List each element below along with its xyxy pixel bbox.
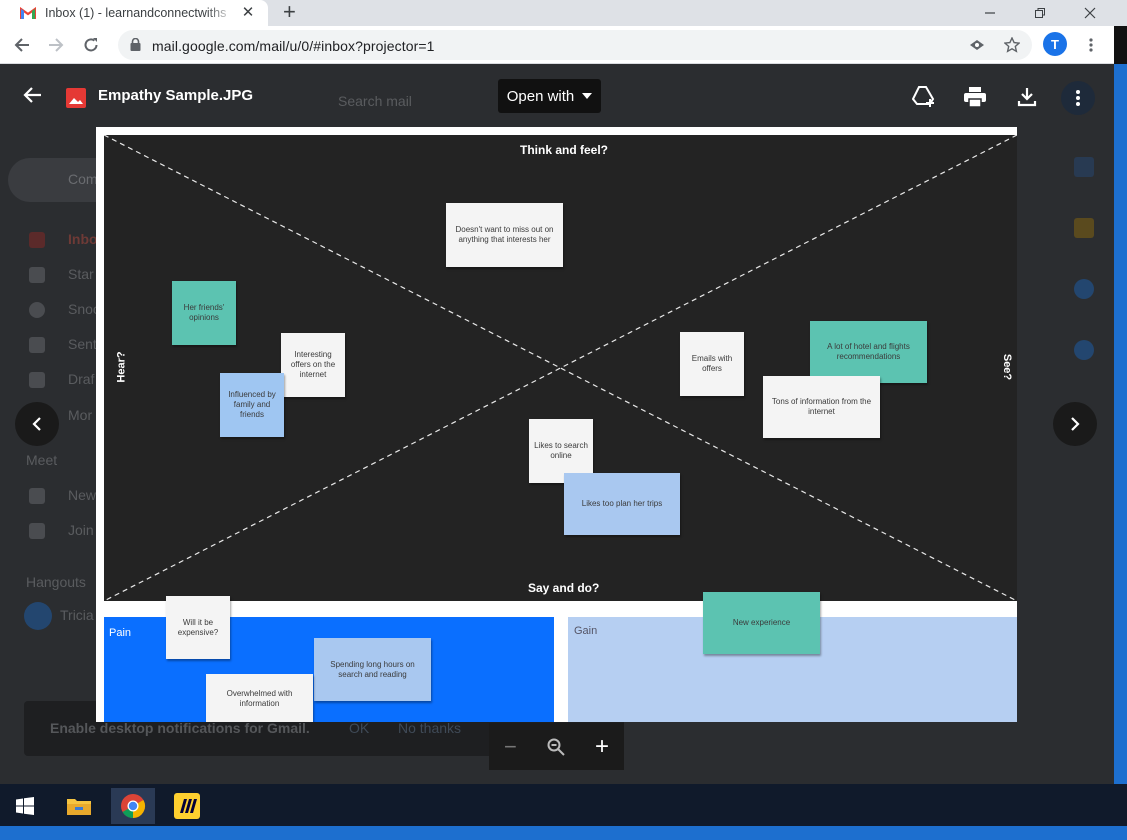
file-viewer-toolbar: Empathy Sample.JPG Open with: [0, 64, 1114, 126]
inbox-nav-icon: [29, 232, 45, 248]
sticky-note: Spending long hours on search and readin…: [314, 638, 431, 701]
meet-new: New: [68, 487, 97, 503]
compose-label: Com: [68, 171, 98, 187]
restore-window-icon[interactable]: [1018, 0, 1062, 26]
zoom-controls: − +: [489, 723, 624, 770]
keep-app-icon: [1074, 218, 1094, 238]
nav-starred: Star: [68, 266, 94, 282]
snoozed-nav-icon: [29, 302, 45, 318]
zoom-magnifier-icon[interactable]: [547, 738, 565, 756]
profile-avatar[interactable]: T: [1043, 32, 1067, 56]
notification-no-thanks: No thanks: [398, 720, 462, 736]
file-explorer-icon[interactable]: [57, 788, 101, 824]
add-to-drive-icon[interactable]: [910, 83, 938, 111]
sticky-note: Overwhelmed with information: [206, 674, 313, 722]
sticky-note: Emails with offers: [680, 332, 744, 396]
minimize-window-icon[interactable]: [968, 0, 1012, 26]
starred-nav-icon: [29, 267, 45, 283]
url-text: mail.google.com/mail/u/0/#inbox?projecto…: [152, 38, 435, 54]
nav-sent: Sent: [68, 336, 97, 352]
sticky-note: Likes too plan her trips: [564, 473, 680, 535]
empathy-map-board: Think and feel? Say and do? Hear? See? D…: [104, 135, 1017, 601]
notification-text: Enable desktop notifications for Gmail.: [50, 720, 310, 736]
open-with-button[interactable]: Open with: [498, 79, 601, 113]
miro-taskbar-icon[interactable]: [165, 788, 209, 824]
chrome-taskbar-icon[interactable]: [111, 788, 155, 824]
download-icon[interactable]: [1013, 83, 1041, 111]
previous-file-button[interactable]: [15, 402, 59, 446]
back-arrow-icon[interactable]: [10, 33, 34, 57]
sticky-note: Tons of information from the internet: [763, 376, 880, 438]
close-viewer-arrow-icon[interactable]: [22, 86, 42, 109]
meet-join: Join: [68, 522, 94, 538]
calendar-app-icon: [1074, 157, 1094, 177]
window-edge: [1114, 64, 1127, 784]
gain-label: Gain: [574, 625, 598, 637]
image-file-icon: [66, 88, 86, 108]
close-window-icon[interactable]: [1068, 0, 1112, 26]
see-label: See?: [1001, 353, 1014, 381]
browser-tab[interactable]: Inbox (1) - learnandconnectwiths ✕: [0, 0, 268, 26]
meet-heading: Meet: [26, 452, 58, 468]
extension-eye-icon[interactable]: [965, 33, 989, 57]
reload-icon[interactable]: [79, 33, 103, 57]
hear-label: Hear?: [115, 351, 128, 383]
browser-toolbar: mail.google.com/mail/u/0/#inbox?projecto…: [0, 26, 1114, 64]
chevron-left-icon: [32, 417, 41, 431]
file-name: Empathy Sample.JPG: [98, 87, 254, 104]
zoom-out-button[interactable]: −: [504, 734, 517, 760]
new-meeting-icon: [29, 488, 45, 504]
bookmark-star-icon[interactable]: [1000, 33, 1024, 57]
say-and-do-label: Say and do?: [528, 581, 600, 595]
windows-taskbar: [0, 784, 1127, 826]
drafts-nav-icon: [29, 372, 45, 388]
zoom-in-button[interactable]: +: [595, 733, 609, 761]
chrome-menu-icon[interactable]: [1079, 33, 1103, 57]
hangouts-user: Tricia: [60, 607, 94, 623]
windows-start-icon[interactable]: [3, 788, 47, 824]
hangouts-avatar: [24, 602, 52, 630]
address-bar[interactable]: mail.google.com/mail/u/0/#inbox?projecto…: [118, 30, 1032, 60]
sticky-note: Will it be expensive?: [166, 596, 230, 659]
nav-drafts: Draf: [68, 371, 95, 387]
lock-icon: [130, 37, 141, 56]
browser-tab-strip: Inbox (1) - learnandconnectwiths ✕ +: [0, 0, 1127, 26]
sticky-note: New experience: [703, 592, 820, 654]
sticky-note: Influenced by family and friends: [220, 373, 284, 437]
hangouts-heading: Hangouts: [26, 574, 86, 590]
dropdown-caret-icon: [582, 93, 593, 99]
tab-title: Inbox (1) - learnandconnectwiths: [45, 6, 227, 20]
chevron-right-icon: [1071, 417, 1080, 431]
next-file-button[interactable]: [1053, 402, 1097, 446]
desktop-bottom-strip: [0, 826, 1127, 840]
nav-more: Mor: [68, 407, 93, 423]
sticky-note: Interesting offers on the internet: [281, 333, 345, 397]
sticky-note: A lot of hotel and flights recommendatio…: [810, 321, 927, 383]
forward-arrow-icon[interactable]: [44, 33, 68, 57]
think-and-feel-label: Think and feel?: [520, 143, 609, 157]
more-options-icon[interactable]: [1061, 81, 1095, 115]
gmail-logo-icon: [19, 6, 37, 19]
new-tab-button[interactable]: +: [283, 1, 296, 23]
pain-label: Pain: [109, 627, 132, 639]
sent-nav-icon: [29, 337, 45, 353]
print-icon[interactable]: [961, 83, 989, 111]
close-tab-icon[interactable]: ✕: [240, 5, 256, 21]
sticky-note: Her friends' opinions: [172, 281, 236, 345]
open-with-label: Open with: [506, 87, 575, 105]
contacts-app-icon: [1074, 340, 1094, 360]
notification-ok: OK: [349, 720, 370, 736]
tasks-app-icon: [1074, 279, 1094, 299]
empathy-map-image: Think and feel? Say and do? Hear? See? D…: [96, 127, 1017, 722]
join-meeting-icon: [29, 523, 45, 539]
sticky-note: Doesn't want to miss out on anything tha…: [446, 203, 563, 267]
